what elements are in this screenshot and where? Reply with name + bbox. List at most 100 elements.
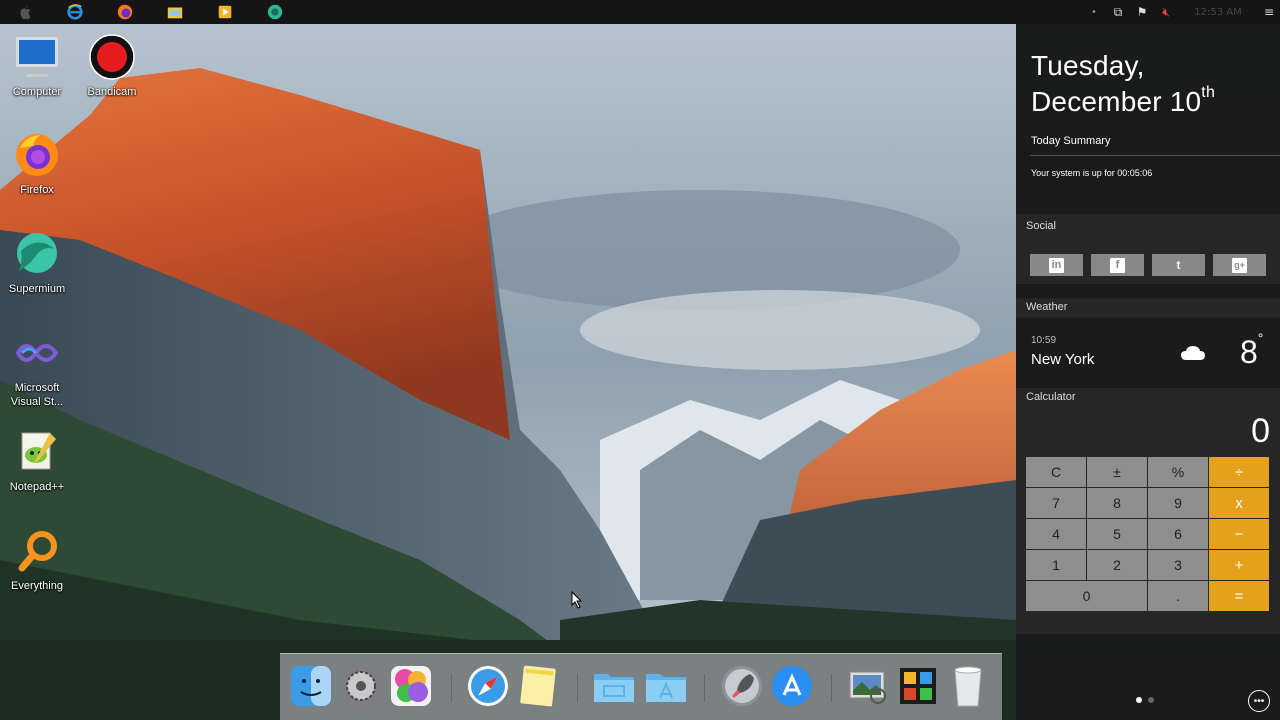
firefox-icon[interactable] <box>100 0 150 24</box>
divider <box>1030 155 1280 156</box>
calculator-key[interactable]: + <box>1209 550 1269 580</box>
ellipsis-icon: ••• <box>1253 695 1265 707</box>
dock-separator <box>577 674 578 702</box>
applications-folder-icon[interactable] <box>644 664 688 708</box>
facebook-button[interactable]: f <box>1091 254 1144 276</box>
social-section: Social in f t g+ <box>1016 214 1280 284</box>
desktop-icon-computer[interactable]: Computer <box>0 32 74 99</box>
overflow-dot-icon[interactable]: • <box>1082 0 1106 24</box>
dock <box>280 653 1002 720</box>
linkedin-icon: in <box>1049 257 1064 273</box>
desktop-icon-firefox[interactable]: Firefox <box>0 130 74 197</box>
calculator-widget: 0 C ±% ÷ 7 8 9 x 4 5 6− 1 2 3 +0. = <box>1016 404 1280 634</box>
volume-muted-icon[interactable]: 🔇︎ <box>1154 0 1178 24</box>
network-icon[interactable]: ⧉ <box>1106 0 1130 24</box>
calculator-key[interactable]: x <box>1209 488 1269 518</box>
notes-icon[interactable] <box>516 664 560 708</box>
calculator-key[interactable]: ± <box>1087 457 1147 487</box>
media-player-icon[interactable] <box>200 0 250 24</box>
weather-section-header: Weather <box>1016 298 1280 318</box>
linkedin-button[interactable]: in <box>1030 254 1083 276</box>
dock-separator <box>831 674 832 702</box>
desktop-icon-bandicam[interactable]: Bandicam <box>75 32 149 99</box>
calculator-key[interactable]: = <box>1209 581 1269 611</box>
weather-time: 10:59 <box>1031 335 1057 346</box>
calculator-key[interactable]: % <box>1148 457 1208 487</box>
safari-icon[interactable] <box>466 664 510 708</box>
preview-icon[interactable] <box>846 664 890 708</box>
desktop-icon-everything[interactable]: Everything <box>0 526 74 593</box>
calculator-key[interactable]: . <box>1148 581 1208 611</box>
app-store-icon[interactable] <box>770 664 814 708</box>
calculator-key[interactable]: 6 <box>1148 519 1208 549</box>
google-plus-icon: g+ <box>1232 257 1247 273</box>
calculator-key[interactable]: 1 <box>1026 550 1086 580</box>
clock[interactable]: 12:53 AM <box>1178 0 1258 24</box>
desktop-icon-supermium[interactable]: Supermium <box>0 229 74 296</box>
widget-panel: Tuesday, December 10th Today Summary You… <box>1016 24 1280 720</box>
cloud-icon <box>1180 344 1206 367</box>
desktop-icon-label: Microsoft Visual St... <box>10 382 64 408</box>
weather-widget[interactable]: 10:59 New York 8° <box>1016 320 1280 384</box>
game-center-icon[interactable] <box>389 664 433 708</box>
today-summary-title: Today Summary <box>1031 135 1111 147</box>
desktop-icon-label: Bandicam <box>87 86 137 98</box>
desktop-icon-notepadpp[interactable]: Notepad++ <box>0 427 74 494</box>
desktop-icon-label: Computer <box>12 86 62 98</box>
launchpad-icon[interactable] <box>720 664 764 708</box>
panel-pager <box>1136 697 1154 703</box>
finder-icon[interactable] <box>289 664 333 708</box>
calculator-key[interactable]: C <box>1026 457 1086 487</box>
social-title: Social <box>1026 220 1056 232</box>
date-day: Tuesday, <box>1031 50 1145 81</box>
system-preferences-icon[interactable] <box>339 664 383 708</box>
facebook-icon: f <box>1110 257 1125 273</box>
file-explorer-icon[interactable] <box>150 0 200 24</box>
trash-icon[interactable] <box>946 664 990 708</box>
internet-explorer-icon[interactable] <box>50 0 100 24</box>
calculator-key[interactable]: 9 <box>1148 488 1208 518</box>
supermium-icon <box>12 229 62 279</box>
page-dot-active[interactable] <box>1136 697 1142 703</box>
notepadpp-icon <box>12 427 62 477</box>
calculator-key[interactable]: ÷ <box>1209 457 1269 487</box>
google-plus-button[interactable]: g+ <box>1213 254 1266 276</box>
more-options-button[interactable]: ••• <box>1248 690 1270 712</box>
bandicam-icon <box>87 32 137 82</box>
hamburger-menu-icon[interactable]: ≡ <box>1258 0 1280 24</box>
weather-title: Weather <box>1026 301 1068 313</box>
twitter-icon: t <box>1176 258 1181 272</box>
flag-icon[interactable]: ⚑ <box>1130 0 1154 24</box>
calculator-display: 0 <box>1251 412 1270 450</box>
calculator-keypad: C ±% ÷ 7 8 9 x 4 5 6− 1 2 3 +0. = <box>1026 457 1269 611</box>
calculator-key[interactable]: 0 <box>1026 581 1147 611</box>
calculator-key[interactable]: 3 <box>1148 550 1208 580</box>
weather-city: New York <box>1031 351 1095 368</box>
system-tray: • ⧉ ⚑ 🔇︎ 12:53 AM ≡ <box>1082 0 1280 24</box>
folder-icon[interactable] <box>592 664 636 708</box>
social-buttons: in f t g+ <box>1030 254 1266 276</box>
date-month-day: December 10th <box>1031 83 1216 117</box>
calculator-key[interactable]: 7 <box>1026 488 1086 518</box>
top-taskbar: • ⧉ ⚑ 🔇︎ 12:53 AM ≡ <box>0 0 1280 24</box>
calculator-key[interactable]: − <box>1209 519 1269 549</box>
computer-icon <box>12 32 62 82</box>
desktop-icon-visual-studio[interactable]: Microsoft Visual St... <box>0 328 74 409</box>
desktop-icon-label: Supermium <box>8 283 66 295</box>
mouse-cursor-icon <box>571 590 583 614</box>
firefox-icon <box>12 130 62 180</box>
desktop-icon-label: Firefox <box>20 184 54 196</box>
calculator-title: Calculator <box>1026 391 1076 403</box>
calculator-key[interactable]: 5 <box>1087 519 1147 549</box>
page-dot[interactable] <box>1148 697 1154 703</box>
weather-temperature: 8° <box>1240 330 1264 370</box>
calculator-key[interactable]: 4 <box>1026 519 1086 549</box>
dock-separator <box>704 674 705 702</box>
twitter-button[interactable]: t <box>1152 254 1205 276</box>
calculator-key[interactable]: 8 <box>1087 488 1147 518</box>
apple-icon[interactable] <box>0 0 50 24</box>
uptime-text: Your system is up for 00:05:06 <box>1031 168 1153 178</box>
photo-booth-icon[interactable] <box>896 664 940 708</box>
calculator-key[interactable]: 2 <box>1087 550 1147 580</box>
supermium-icon[interactable] <box>250 0 300 24</box>
